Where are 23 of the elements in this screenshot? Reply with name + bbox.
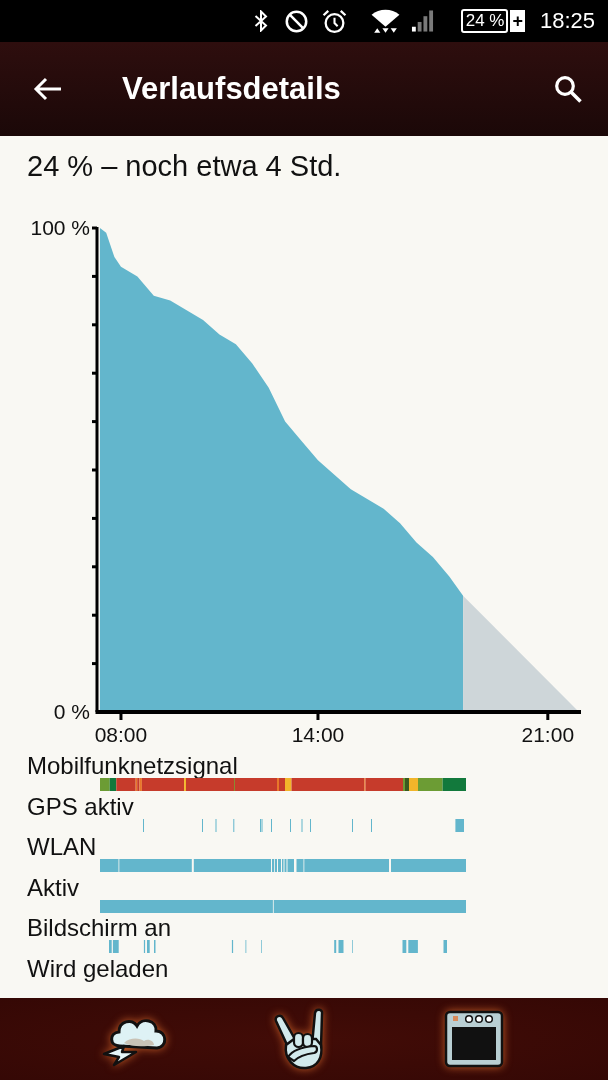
axis-tick-label: 21:00 [521,723,575,746]
back-arrow-icon[interactable] [33,77,62,101]
axis-tick-label: 0 % [53,699,90,723]
bluetooth-icon [253,10,268,32]
battery-plus-sign: + [510,10,525,32]
axis-tick-label: 08:00 [94,723,148,746]
battery-indicator: 24 % [460,9,509,33]
search-icon[interactable] [554,75,582,103]
do-not-disturb-icon [284,9,308,33]
clock-time: 18:25 [539,8,595,34]
amplifier-icon[interactable] [442,1009,506,1069]
axis-tick-label: 100 % [30,215,90,239]
timeline-label: Wird geladen [27,956,169,981]
alarm-clock-icon [321,8,347,34]
timeline-label: GPS aktiv [27,794,134,819]
timeline-label: Aktiv [27,875,79,900]
timeline-label: Mobilfunknetzsignal [27,754,238,778]
timeline-label: Bildschirm an [27,916,172,940]
signal-strength-icon [410,9,434,33]
page-title: Verlaufsdetails [122,71,341,107]
timeline-label: WLAN [27,835,97,859]
battery-summary: 24 % – noch etwa 4 Std. [27,149,342,184]
axis-tick-label: 14:00 [291,723,345,746]
